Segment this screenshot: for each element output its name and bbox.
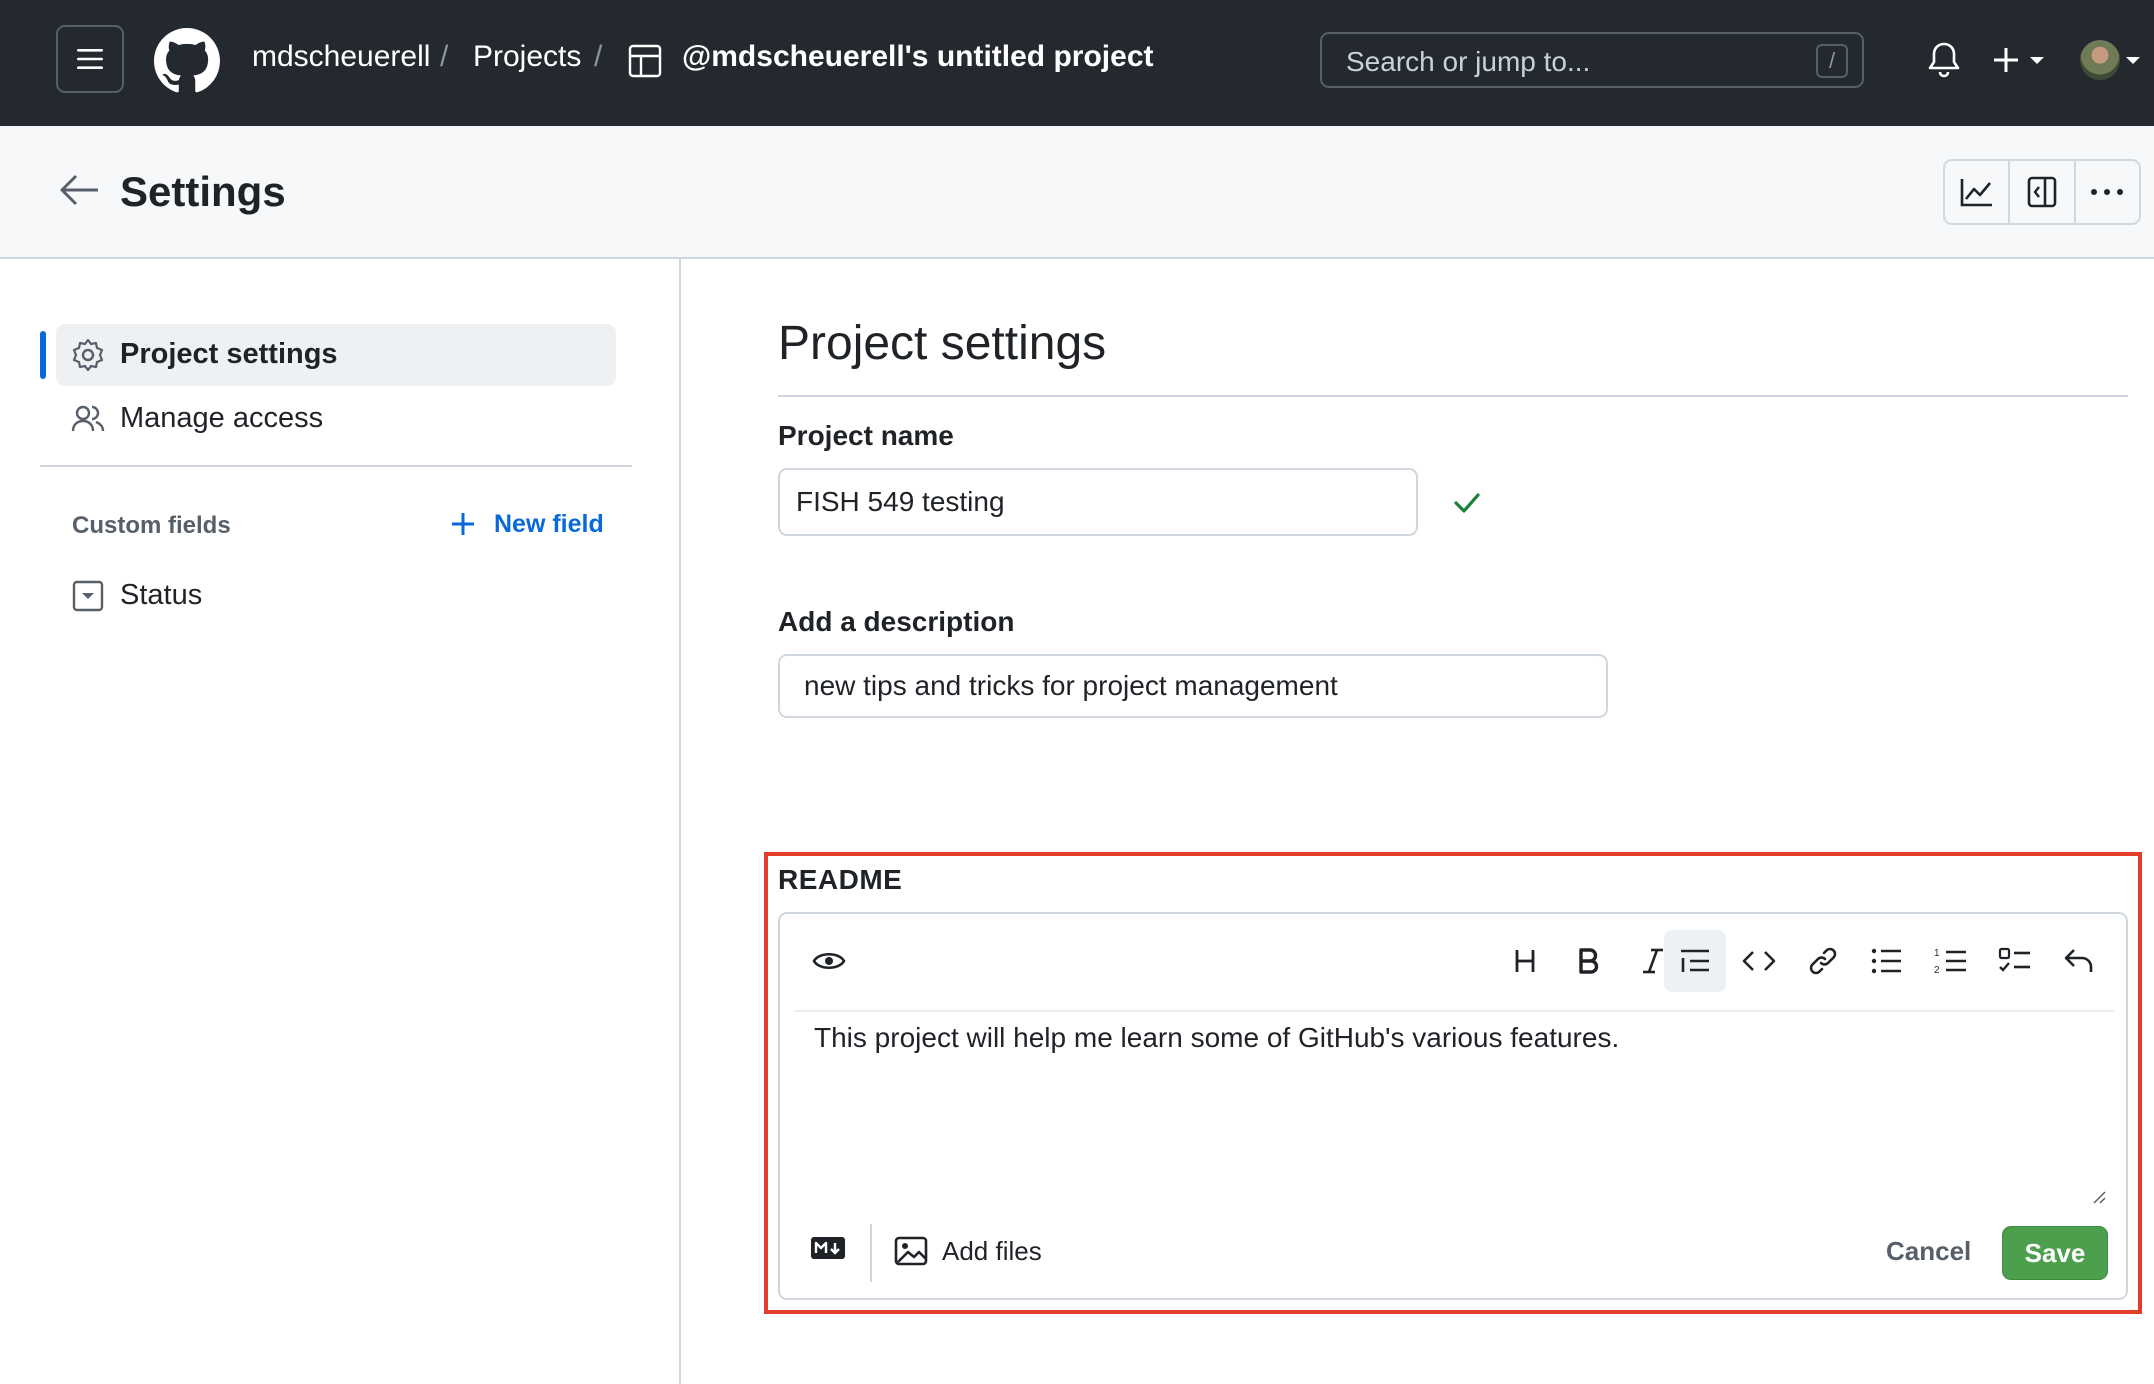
- readme-textarea[interactable]: This project will help me learn some of …: [794, 1012, 2114, 1204]
- image-icon[interactable]: [894, 1236, 928, 1266]
- settings-header: Settings: [0, 126, 2154, 259]
- custom-fields-heading: Custom fields: [72, 512, 231, 539]
- bullet-list-button[interactable]: [1856, 930, 1918, 992]
- side-panel-button[interactable]: [2010, 161, 2076, 223]
- sidebar-item-manage-access[interactable]: Manage access: [120, 402, 323, 435]
- caret-down-icon[interactable]: [2126, 56, 2140, 66]
- page-title: Settings: [120, 168, 286, 215]
- link-button[interactable]: [1792, 930, 1854, 992]
- numbered-list-icon: 1 2: [1934, 948, 1966, 975]
- global-header: mdscheuerell / Projects / @mdscheuerell'…: [0, 0, 2154, 126]
- view-actions-group: [1943, 159, 2141, 225]
- resize-handle-icon[interactable]: [2092, 1190, 2106, 1204]
- code-button[interactable]: [1728, 930, 1790, 992]
- undo-button[interactable]: [2048, 930, 2110, 992]
- undo-icon: [2064, 949, 2093, 972]
- check-icon: [1454, 493, 1480, 513]
- preview-eye-icon: [812, 952, 846, 970]
- svg-text:1: 1: [1934, 948, 1940, 959]
- search-placeholder: Search or jump to...: [1346, 46, 1591, 77]
- task-list-button[interactable]: [1984, 930, 2046, 992]
- people-icon: [71, 405, 105, 432]
- breadcrumb-separator: /: [440, 40, 449, 73]
- project-name-input[interactable]: [778, 468, 1418, 536]
- project-name-label: Project name: [778, 420, 954, 451]
- markdown-icon[interactable]: [810, 1236, 846, 1260]
- breadcrumb-project-title[interactable]: @mdscheuerell's untitled project: [682, 40, 1154, 74]
- sidebar-item-label[interactable]: Project settings: [120, 338, 338, 371]
- active-indicator: [40, 331, 46, 379]
- bold-button[interactable]: [1558, 930, 1620, 992]
- numbered-list-button[interactable]: 1 2: [1920, 930, 1982, 992]
- plus-icon[interactable]: [1990, 40, 2052, 80]
- readme-editor: 1 2 This project will help me learn some…: [778, 912, 2128, 1300]
- sidebar-item-status[interactable]: Status: [120, 579, 202, 612]
- svg-text:2: 2: [1934, 965, 1940, 975]
- breadcrumb-separator: /: [594, 40, 603, 73]
- link-icon: [1809, 947, 1837, 975]
- settings-sidebar: Project settings Manage access Custom fi…: [0, 259, 681, 1384]
- italic-icon: [1643, 948, 1663, 974]
- readme-label: README: [778, 864, 903, 895]
- section-divider: [778, 395, 2128, 397]
- task-list-icon: [1998, 947, 2030, 972]
- new-field-button[interactable]: New field: [450, 507, 604, 541]
- bold-icon: [1579, 948, 1599, 974]
- bullet-list-icon: [1871, 948, 1901, 974]
- table-icon: [628, 44, 662, 78]
- back-arrow-icon[interactable]: [58, 170, 102, 210]
- menu-icon: [77, 49, 103, 69]
- single-select-icon: [72, 580, 104, 612]
- add-files-button[interactable]: Add files: [942, 1236, 1042, 1267]
- more-options-button[interactable]: [2076, 161, 2139, 223]
- section-title: Project settings: [778, 317, 1107, 370]
- avatar[interactable]: [2080, 40, 2120, 80]
- quote-icon: [1681, 949, 1709, 972]
- new-field-label: New field: [494, 509, 604, 538]
- code-icon: [1742, 951, 1776, 971]
- description-input[interactable]: [778, 654, 1608, 718]
- menu-button[interactable]: [56, 25, 124, 93]
- gear-icon: [72, 338, 104, 372]
- save-button[interactable]: Save: [2002, 1226, 2108, 1280]
- breadcrumb-owner[interactable]: mdscheuerell: [252, 40, 430, 74]
- heading-icon: [1515, 950, 1535, 972]
- bell-icon[interactable]: [1926, 40, 1962, 80]
- search-input[interactable]: Search or jump to... /: [1320, 32, 1864, 88]
- footer-divider: [870, 1224, 872, 1282]
- sidebar-panel-icon: [2027, 176, 2057, 208]
- insights-button[interactable]: [1945, 161, 2011, 223]
- breadcrumb-projects[interactable]: Projects: [473, 40, 581, 74]
- plus-icon: [452, 513, 474, 535]
- github-logo-icon[interactable]: [154, 28, 220, 94]
- description-label: Add a description: [778, 606, 1015, 637]
- heading-button[interactable]: [1494, 930, 1556, 992]
- insights-graph-icon: [1960, 179, 1992, 207]
- cancel-button[interactable]: Cancel: [1876, 1224, 1981, 1278]
- search-shortcut-badge: /: [1816, 44, 1848, 78]
- preview-button[interactable]: [798, 930, 860, 992]
- kebab-icon: [2091, 189, 2124, 195]
- quote-button[interactable]: [1664, 930, 1726, 992]
- sidebar-divider: [40, 465, 632, 467]
